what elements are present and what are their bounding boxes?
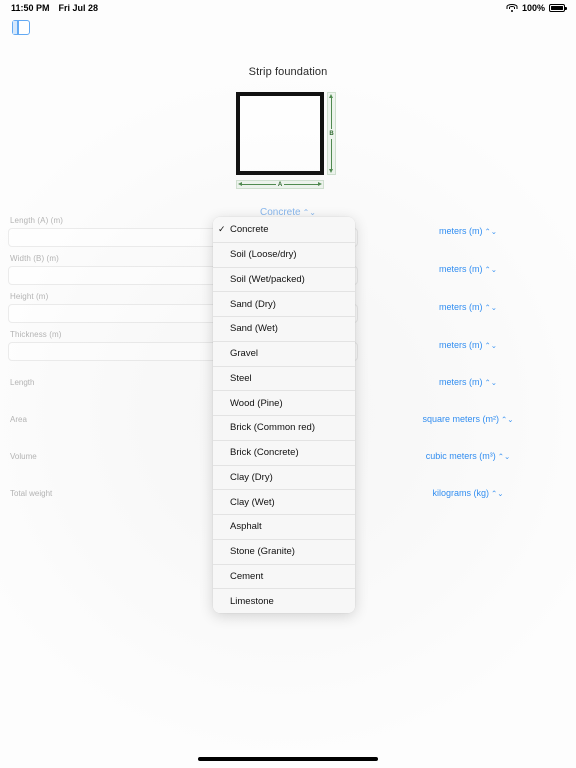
status-date: Fri Jul 28 — [58, 3, 99, 13]
menu-item[interactable]: Steel — [213, 365, 355, 391]
result-label: Total weight — [10, 489, 53, 498]
chevron-updown-icon: ⌃⌄ — [497, 452, 511, 461]
result-weight-unit-picker[interactable]: kilograms (kg) ⌃⌄ — [360, 488, 576, 498]
field-label: Thickness (m) — [10, 330, 62, 339]
menu-item-label: Soil (Wet/packed) — [230, 273, 305, 285]
menu-item-label: Soil (Loose/dry) — [230, 249, 297, 261]
unit-value: meters (m) — [438, 377, 483, 387]
menu-item-label: Brick (Common red) — [230, 422, 315, 434]
app-root: 11:50 PM Fri Jul 28 100% Strip foundatio… — [0, 0, 576, 768]
menu-item-label: Clay (Wet) — [230, 496, 275, 508]
unit-value: kilograms (kg) — [432, 488, 489, 498]
menu-item[interactable]: Stone (Granite) — [213, 538, 355, 564]
chevron-updown-icon: ⌃⌄ — [484, 227, 498, 236]
dimension-a-label: A — [275, 181, 285, 188]
field-label: Width (B) (m) — [10, 254, 59, 263]
chevron-updown-icon: ⌃⌄ — [484, 378, 498, 387]
unit-value: cubic meters (m³) — [425, 451, 496, 461]
unit-value: meters (m) — [438, 302, 483, 312]
menu-item[interactable]: Brick (Common red) — [213, 415, 355, 440]
dimension-b-label: B — [329, 128, 334, 139]
menu-item-label: Wood (Pine) — [230, 397, 283, 409]
menu-item[interactable]: Sand (Wet) — [213, 316, 355, 341]
result-volume-unit-picker[interactable]: cubic meters (m³) ⌃⌄ — [360, 451, 576, 461]
diagram-section: Strip foundation B A Concrete ⌃⌄ — [0, 66, 576, 220]
unit-value: meters (m) — [438, 226, 483, 236]
menu-item-label: Brick (Concrete) — [230, 447, 299, 459]
menu-item[interactable]: Asphalt — [213, 514, 355, 539]
field-label: Height (m) — [10, 292, 49, 301]
status-bar-left: 11:50 PM Fri Jul 28 — [11, 3, 98, 13]
foundation-figure: B A — [228, 92, 348, 197]
dimension-a: A — [236, 180, 324, 189]
length-a-unit-picker[interactable]: meters (m) ⌃⌄ — [360, 226, 576, 236]
chevron-updown-icon: ⌃⌄ — [484, 265, 498, 274]
width-b-unit-picker[interactable]: meters (m) ⌃⌄ — [360, 264, 576, 274]
status-bar: 11:50 PM Fri Jul 28 100% — [0, 0, 576, 16]
menu-item-label: Sand (Wet) — [230, 323, 278, 335]
menu-item[interactable]: ✓ Concrete — [213, 217, 355, 242]
unit-value: square meters (m²) — [422, 414, 499, 424]
result-area-unit-picker[interactable]: square meters (m²) ⌃⌄ — [360, 414, 576, 424]
unit-value: meters (m) — [438, 340, 483, 350]
result-length-unit-picker[interactable]: meters (m) ⌃⌄ — [360, 377, 576, 387]
chevron-updown-icon: ⌃⌄ — [490, 489, 504, 498]
result-label: Area — [10, 415, 27, 424]
menu-item-label: Asphalt — [230, 521, 262, 533]
dimension-b: B — [327, 92, 336, 175]
thickness-unit-picker[interactable]: meters (m) ⌃⌄ — [360, 340, 576, 350]
foundation-shape — [236, 92, 324, 175]
menu-item-label: Clay (Dry) — [230, 471, 273, 483]
page-title: Strip foundation — [248, 66, 328, 78]
menu-item[interactable]: Soil (Loose/dry) — [213, 241, 355, 267]
sidebar-toggle-icon[interactable] — [12, 20, 30, 35]
menu-item-label: Concrete — [230, 223, 269, 235]
unit-value: meters (m) — [438, 264, 483, 274]
result-label: Length — [10, 378, 35, 387]
chevron-updown-icon: ⌃⌄ — [484, 303, 498, 312]
status-time: 11:50 PM — [11, 3, 50, 13]
menu-item[interactable]: Clay (Dry) — [213, 464, 355, 490]
menu-item[interactable]: Brick (Concrete) — [213, 439, 355, 465]
menu-item-label: Limestone — [230, 595, 274, 607]
status-bar-right: 100% — [506, 3, 567, 13]
battery-percent-label: 100% — [521, 3, 545, 13]
battery-full-icon — [549, 4, 567, 12]
chevron-updown-icon: ⌃⌄ — [484, 341, 498, 350]
menu-item[interactable]: Sand (Dry) — [213, 291, 355, 316]
chevron-updown-icon: ⌃⌄ — [500, 415, 514, 424]
home-indicator — [198, 757, 378, 761]
menu-item[interactable]: Clay (Wet) — [213, 489, 355, 514]
menu-item-label: Sand (Dry) — [230, 298, 276, 310]
menu-item[interactable]: Wood (Pine) — [213, 390, 355, 415]
field-label: Length (A) (m) — [10, 216, 63, 225]
menu-item[interactable]: Limestone — [213, 588, 355, 613]
material-dropdown-menu[interactable]: ✓ Concrete Soil (Loose/dry) Soil (Wet/packe… — [213, 217, 355, 613]
menu-item[interactable]: Soil (Wet/packed) — [213, 266, 355, 292]
height-unit-picker[interactable]: meters (m) ⌃⌄ — [360, 302, 576, 312]
menu-item[interactable]: Gravel — [213, 340, 355, 366]
menu-item-label: Cement — [230, 570, 264, 582]
menu-item[interactable]: Cement — [213, 563, 355, 589]
result-label: Volume — [10, 452, 37, 461]
menu-item-label: Steel — [230, 372, 252, 384]
menu-item-label: Gravel — [230, 348, 258, 360]
wifi-icon — [506, 4, 518, 12]
menu-item-label: Stone (Granite) — [230, 546, 295, 558]
checkmark-icon: ✓ — [218, 223, 226, 234]
